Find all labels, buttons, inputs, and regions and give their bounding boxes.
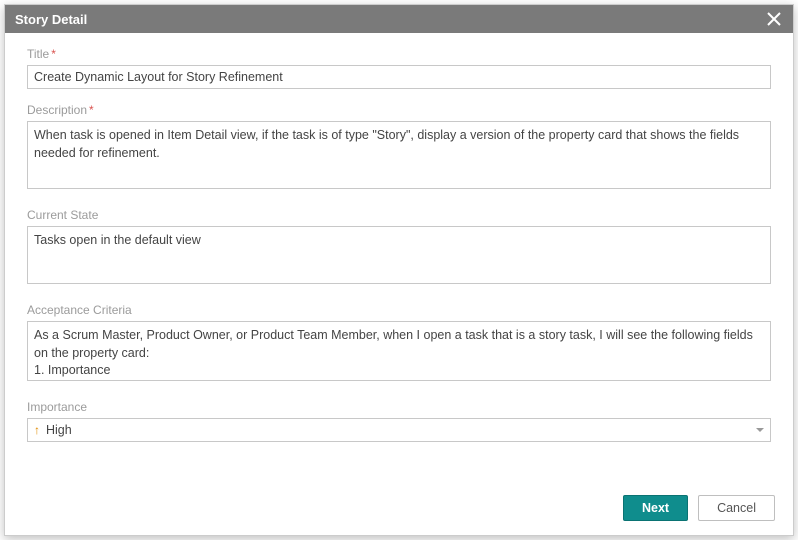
field-description: Description* [27,103,771,194]
field-acceptance-criteria: Acceptance Criteria [27,303,771,386]
required-asterisk: * [51,47,56,61]
importance-value: High [46,423,756,437]
title-label-text: Title [27,47,49,61]
modal-body: Title* Description* Current State Accept… [5,33,793,485]
title-input[interactable] [27,65,771,89]
chevron-down-icon [756,428,764,432]
acceptance-criteria-label: Acceptance Criteria [27,303,771,317]
close-icon[interactable] [763,8,785,30]
modal-title: Story Detail [15,12,87,27]
description-textarea[interactable] [27,121,771,189]
arrow-up-icon: ↑ [34,423,40,437]
description-label-text: Description [27,103,87,117]
importance-select[interactable]: ↑ High [27,418,771,442]
title-label: Title* [27,47,771,61]
field-current-state: Current State [27,208,771,289]
modal-footer: Next Cancel [5,485,793,535]
acceptance-criteria-textarea[interactable] [27,321,771,381]
description-label: Description* [27,103,771,117]
current-state-label: Current State [27,208,771,222]
cancel-button[interactable]: Cancel [698,495,775,521]
story-detail-modal: Story Detail Title* Description* Current… [4,4,794,536]
current-state-textarea[interactable] [27,226,771,284]
modal-header: Story Detail [5,5,793,33]
next-button[interactable]: Next [623,495,688,521]
importance-label: Importance [27,400,771,414]
field-title: Title* [27,47,771,89]
field-importance: Importance ↑ High [27,400,771,442]
required-asterisk: * [89,103,94,117]
